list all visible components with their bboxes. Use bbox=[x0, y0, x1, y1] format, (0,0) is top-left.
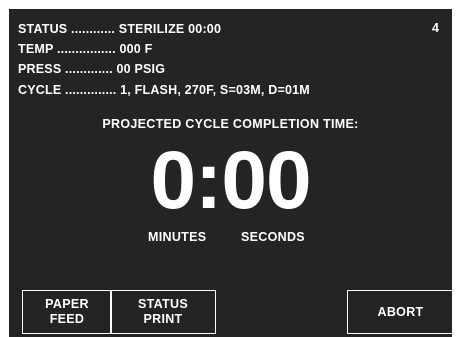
sterilizer-display: STATUS ............ STERILIZE 00:00 TEMP… bbox=[9, 9, 454, 337]
status-print-button[interactable]: STATUS PRINT bbox=[110, 290, 216, 334]
press-value: 00 PSIG bbox=[116, 62, 166, 76]
abort-button[interactable]: ABORT bbox=[347, 290, 454, 334]
countdown-timer: 0:00 bbox=[150, 135, 311, 226]
temp-value: 000 F bbox=[119, 42, 153, 56]
seconds-label: SECONDS bbox=[241, 230, 305, 244]
status-print-label: STATUS PRINT bbox=[138, 297, 188, 326]
minutes-label: MINUTES bbox=[148, 230, 207, 244]
abort-label: ABORT bbox=[377, 304, 424, 319]
cycle-line: CYCLE .............. 1, FLASH, 270F, S=0… bbox=[18, 83, 310, 97]
paper-feed-label: PAPER FEED bbox=[45, 297, 89, 326]
page-number: 4 bbox=[432, 21, 439, 35]
press-label: PRESS ............. bbox=[18, 62, 113, 76]
projected-completion-label: PROJECTED CYCLE COMPLETION TIME: bbox=[102, 117, 359, 131]
status-label: STATUS ............ bbox=[18, 22, 116, 36]
status-line: STATUS ............ STERILIZE 00:00 bbox=[18, 22, 221, 36]
cycle-value: 1, FLASH, 270F, S=03M, D=01M bbox=[120, 83, 310, 97]
press-line: PRESS ............. 00 PSIG bbox=[18, 62, 165, 76]
status-value: STERILIZE 00:00 bbox=[118, 22, 222, 36]
temp-line: TEMP ................ 000 F bbox=[18, 42, 152, 56]
cycle-label: CYCLE .............. bbox=[18, 83, 117, 97]
paper-feed-button[interactable]: PAPER FEED bbox=[22, 290, 112, 334]
temp-label: TEMP ................ bbox=[18, 42, 116, 56]
